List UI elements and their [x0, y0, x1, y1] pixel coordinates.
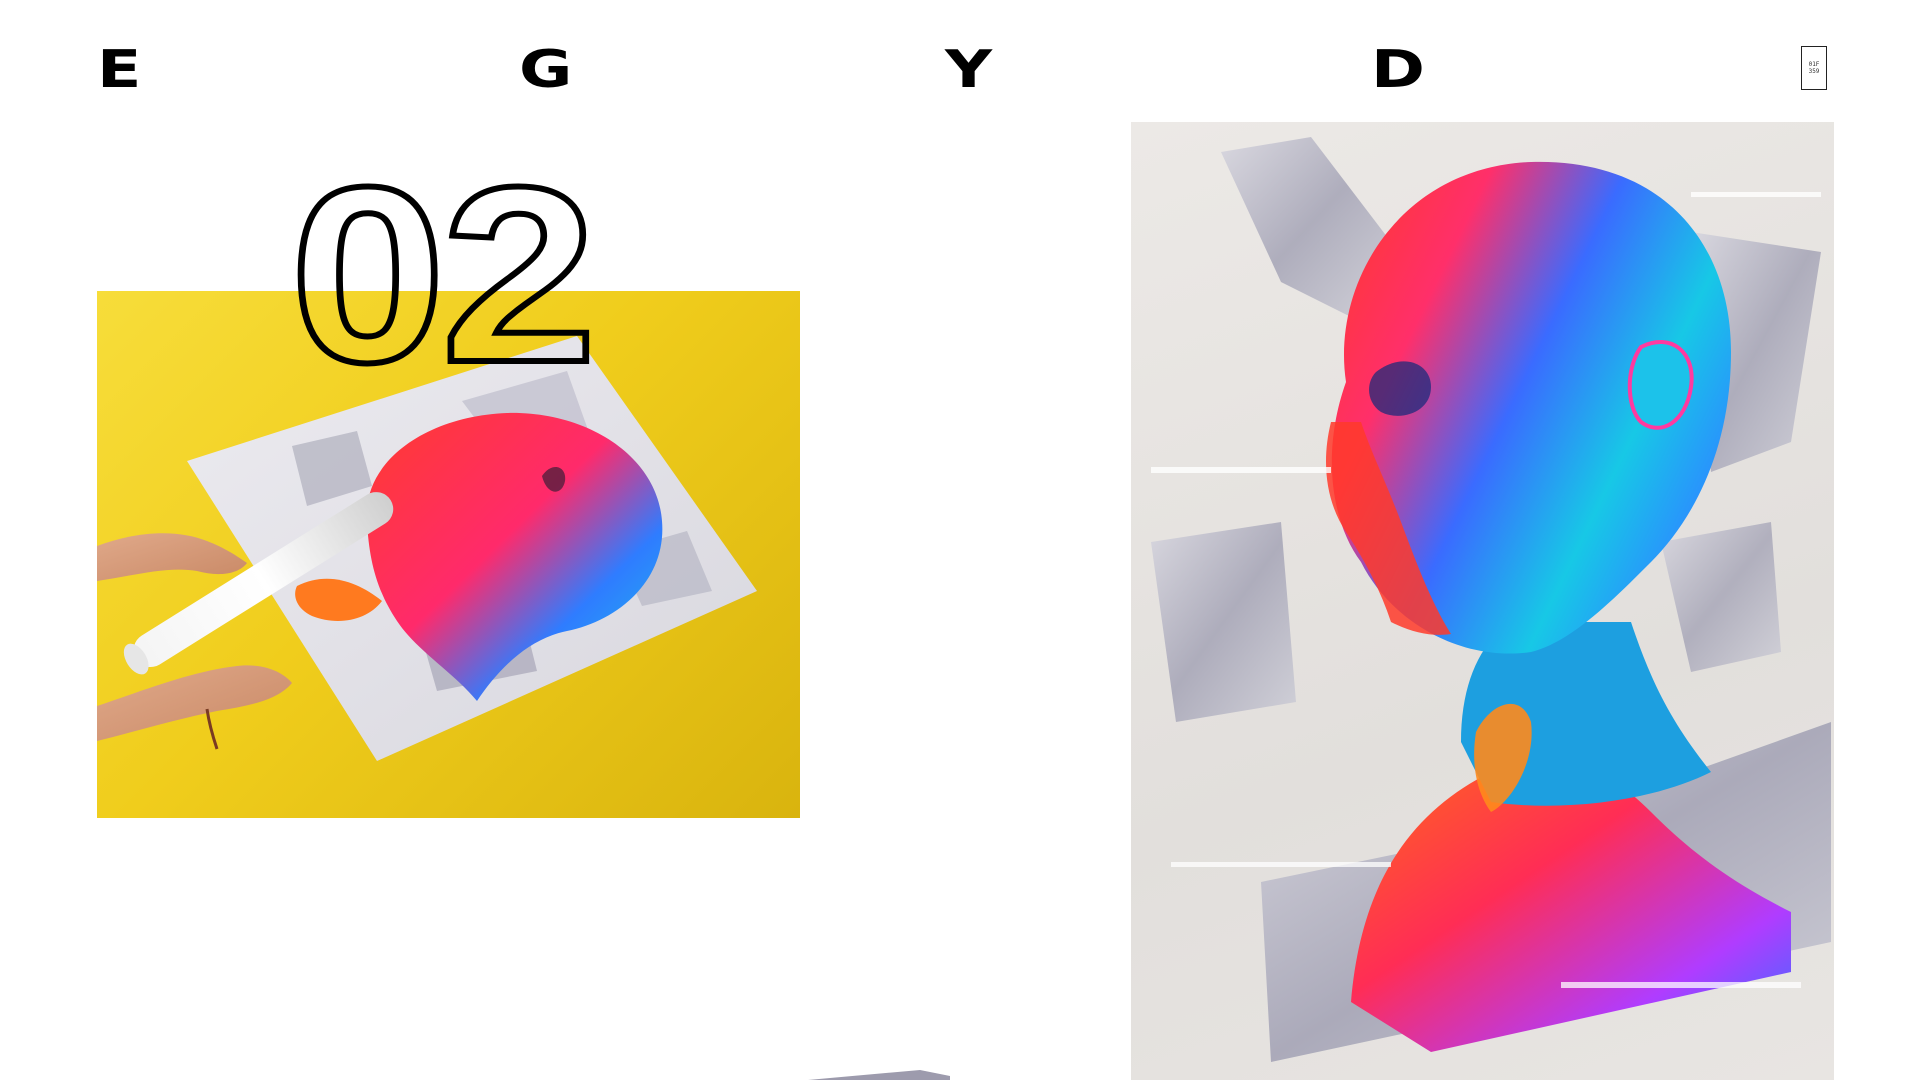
- hand-upper: [97, 533, 247, 581]
- next-artwork-preview: [720, 1068, 950, 1080]
- paper-patch: [1661, 522, 1781, 672]
- menu-badge-line-1: 01F: [1808, 61, 1820, 68]
- logo-letter-y[interactable]: Y: [945, 40, 992, 100]
- poster-artwork-illustration: [1151, 137, 1831, 1062]
- menu-badge-line-2: 359: [1808, 68, 1820, 75]
- hand-lower: [97, 665, 292, 741]
- menu-button[interactable]: 01F 359: [1801, 46, 1827, 90]
- page: E G Y D 01F 359 02: [0, 0, 1920, 1080]
- paper-patch: [1151, 522, 1296, 722]
- logo-letter-d[interactable]: D: [1371, 40, 1425, 100]
- logo-letter-g[interactable]: G: [519, 40, 572, 100]
- poster-artwork[interactable]: [1131, 122, 1834, 1080]
- section-number: 02: [287, 135, 601, 414]
- poster-ear: [1627, 340, 1694, 430]
- logo-letter-e[interactable]: E: [97, 40, 141, 100]
